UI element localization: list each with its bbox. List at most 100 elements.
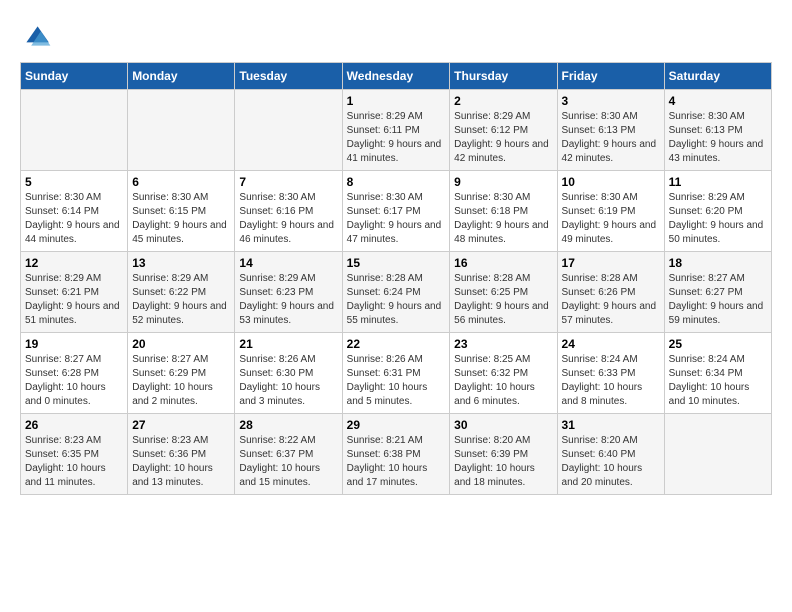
calendar-cell: 7 Sunrise: 8:30 AM Sunset: 6:16 PM Daylig… xyxy=(235,171,342,252)
calendar-cell: 26Sunrise: 8:23 AM Sunset: 6:35 PM Dayli… xyxy=(21,414,128,495)
day-number: 14 xyxy=(239,256,337,270)
header-monday: Monday xyxy=(128,63,235,90)
calendar-body: 1 Sunrise: 8:29 AM Sunset: 6:11 PM Daylig… xyxy=(21,90,772,495)
calendar-cell: 28 Sunrise: 8:22 AM Sunset: 6:37 PM Dayli… xyxy=(235,414,342,495)
day-number: 30 xyxy=(454,418,552,432)
calendar-cell: 27 Sunrise: 8:23 AM Sunset: 6:36 PM Dayli… xyxy=(128,414,235,495)
day-number: 24 xyxy=(562,337,660,351)
day-number: 31 xyxy=(562,418,660,432)
day-info: Sunrise: 8:29 AM Sunset: 6:11 PM Dayligh… xyxy=(347,110,446,166)
day-number: 8 xyxy=(347,175,446,189)
calendar-cell: 17Sunrise: 8:28 AM Sunset: 6:26 PM Dayli… xyxy=(557,252,664,333)
day-info: Sunrise: 8:30 AM Sunset: 6:18 PM Dayligh… xyxy=(454,191,552,247)
day-info: Sunrise: 8:24 AM Sunset: 6:34 PM Dayligh… xyxy=(669,353,767,409)
calendar-week-1: 1 Sunrise: 8:29 AM Sunset: 6:11 PM Daylig… xyxy=(21,90,772,171)
calendar-week-4: 19 Sunrise: 8:27 AM Sunset: 6:28 PM Dayli… xyxy=(21,333,772,414)
logo-icon xyxy=(20,20,52,52)
calendar-cell: 19 Sunrise: 8:27 AM Sunset: 6:28 PM Dayli… xyxy=(21,333,128,414)
day-info: Sunrise: 8:20 AM Sunset: 6:39 PM Dayligh… xyxy=(454,434,552,490)
day-info: Sunrise: 8:30 AM Sunset: 6:15 PM Dayligh… xyxy=(132,191,230,247)
day-info: Sunrise: 8:27 AM Sunset: 6:29 PM Dayligh… xyxy=(132,353,230,409)
day-number: 1 xyxy=(347,94,446,108)
day-info: Sunrise: 8:30 AM Sunset: 6:19 PM Dayligh… xyxy=(562,191,660,247)
header-wednesday: Wednesday xyxy=(342,63,450,90)
header-friday: Friday xyxy=(557,63,664,90)
header-thursday: Thursday xyxy=(450,63,557,90)
day-info: Sunrise: 8:30 AM Sunset: 6:14 PM Dayligh… xyxy=(25,191,123,247)
calendar-week-3: 12 Sunrise: 8:29 AM Sunset: 6:21 PM Dayli… xyxy=(21,252,772,333)
day-info: Sunrise: 8:23 AM Sunset: 6:36 PM Dayligh… xyxy=(132,434,230,490)
day-number: 17 xyxy=(562,256,660,270)
calendar-cell: 14 Sunrise: 8:29 AM Sunset: 6:23 PM Dayli… xyxy=(235,252,342,333)
day-number: 19 xyxy=(25,337,123,351)
calendar-cell: 29Sunrise: 8:21 AM Sunset: 6:38 PM Dayli… xyxy=(342,414,450,495)
day-number: 3 xyxy=(562,94,660,108)
header-tuesday: Tuesday xyxy=(235,63,342,90)
day-info: Sunrise: 8:29 AM Sunset: 6:23 PM Dayligh… xyxy=(239,272,337,328)
calendar-cell: 31Sunrise: 8:20 AM Sunset: 6:40 PM Dayli… xyxy=(557,414,664,495)
calendar-cell: 12 Sunrise: 8:29 AM Sunset: 6:21 PM Dayli… xyxy=(21,252,128,333)
day-number: 6 xyxy=(132,175,230,189)
calendar-cell: 21 Sunrise: 8:26 AM Sunset: 6:30 PM Dayli… xyxy=(235,333,342,414)
calendar-cell: 30 Sunrise: 8:20 AM Sunset: 6:39 PM Dayli… xyxy=(450,414,557,495)
calendar-cell: 3 Sunrise: 8:30 AM Sunset: 6:13 PM Daylig… xyxy=(557,90,664,171)
day-info: Sunrise: 8:29 AM Sunset: 6:22 PM Dayligh… xyxy=(132,272,230,328)
calendar-cell: 16 Sunrise: 8:28 AM Sunset: 6:25 PM Dayli… xyxy=(450,252,557,333)
day-info: Sunrise: 8:30 AM Sunset: 6:16 PM Dayligh… xyxy=(239,191,337,247)
day-number: 11 xyxy=(669,175,767,189)
calendar-cell: 6 Sunrise: 8:30 AM Sunset: 6:15 PM Daylig… xyxy=(128,171,235,252)
day-number: 27 xyxy=(132,418,230,432)
day-number: 26 xyxy=(25,418,123,432)
day-info: Sunrise: 8:27 AM Sunset: 6:28 PM Dayligh… xyxy=(25,353,123,409)
header-row: SundayMondayTuesdayWednesdayThursdayFrid… xyxy=(21,63,772,90)
day-info: Sunrise: 8:29 AM Sunset: 6:21 PM Dayligh… xyxy=(25,272,123,328)
day-number: 4 xyxy=(669,94,767,108)
day-number: 13 xyxy=(132,256,230,270)
day-info: Sunrise: 8:27 AM Sunset: 6:27 PM Dayligh… xyxy=(669,272,767,328)
day-info: Sunrise: 8:26 AM Sunset: 6:31 PM Dayligh… xyxy=(347,353,446,409)
day-info: Sunrise: 8:30 AM Sunset: 6:13 PM Dayligh… xyxy=(669,110,767,166)
day-number: 18 xyxy=(669,256,767,270)
day-info: Sunrise: 8:30 AM Sunset: 6:17 PM Dayligh… xyxy=(347,191,446,247)
day-number: 5 xyxy=(25,175,123,189)
calendar-header: SundayMondayTuesdayWednesdayThursdayFrid… xyxy=(21,63,772,90)
day-number: 12 xyxy=(25,256,123,270)
calendar-cell xyxy=(235,90,342,171)
calendar-cell: 11 Sunrise: 8:29 AM Sunset: 6:20 PM Dayli… xyxy=(664,171,771,252)
day-number: 25 xyxy=(669,337,767,351)
day-info: Sunrise: 8:26 AM Sunset: 6:30 PM Dayligh… xyxy=(239,353,337,409)
day-number: 20 xyxy=(132,337,230,351)
day-info: Sunrise: 8:22 AM Sunset: 6:37 PM Dayligh… xyxy=(239,434,337,490)
day-number: 15 xyxy=(347,256,446,270)
calendar-cell: 1 Sunrise: 8:29 AM Sunset: 6:11 PM Daylig… xyxy=(342,90,450,171)
calendar-cell: 2 Sunrise: 8:29 AM Sunset: 6:12 PM Daylig… xyxy=(450,90,557,171)
calendar-cell: 5 Sunrise: 8:30 AM Sunset: 6:14 PM Daylig… xyxy=(21,171,128,252)
calendar-cell xyxy=(664,414,771,495)
day-info: Sunrise: 8:28 AM Sunset: 6:25 PM Dayligh… xyxy=(454,272,552,328)
day-info: Sunrise: 8:21 AM Sunset: 6:38 PM Dayligh… xyxy=(347,434,446,490)
calendar-cell xyxy=(128,90,235,171)
header-saturday: Saturday xyxy=(664,63,771,90)
day-number: 2 xyxy=(454,94,552,108)
logo xyxy=(20,20,56,52)
page-header xyxy=(20,20,772,52)
calendar-cell xyxy=(21,90,128,171)
day-number: 28 xyxy=(239,418,337,432)
calendar-cell: 23Sunrise: 8:25 AM Sunset: 6:32 PM Dayli… xyxy=(450,333,557,414)
calendar-cell: 15 Sunrise: 8:28 AM Sunset: 6:24 PM Dayli… xyxy=(342,252,450,333)
day-number: 7 xyxy=(239,175,337,189)
calendar-week-5: 26Sunrise: 8:23 AM Sunset: 6:35 PM Dayli… xyxy=(21,414,772,495)
calendar-cell: 13 Sunrise: 8:29 AM Sunset: 6:22 PM Dayli… xyxy=(128,252,235,333)
day-number: 21 xyxy=(239,337,337,351)
day-info: Sunrise: 8:29 AM Sunset: 6:12 PM Dayligh… xyxy=(454,110,552,166)
day-info: Sunrise: 8:30 AM Sunset: 6:13 PM Dayligh… xyxy=(562,110,660,166)
day-number: 10 xyxy=(562,175,660,189)
day-info: Sunrise: 8:28 AM Sunset: 6:24 PM Dayligh… xyxy=(347,272,446,328)
calendar-cell: 20 Sunrise: 8:27 AM Sunset: 6:29 PM Dayli… xyxy=(128,333,235,414)
day-number: 16 xyxy=(454,256,552,270)
calendar-cell: 9Sunrise: 8:30 AM Sunset: 6:18 PM Daylig… xyxy=(450,171,557,252)
day-info: Sunrise: 8:29 AM Sunset: 6:20 PM Dayligh… xyxy=(669,191,767,247)
day-info: Sunrise: 8:24 AM Sunset: 6:33 PM Dayligh… xyxy=(562,353,660,409)
calendar-table: SundayMondayTuesdayWednesdayThursdayFrid… xyxy=(20,62,772,495)
calendar-week-2: 5 Sunrise: 8:30 AM Sunset: 6:14 PM Daylig… xyxy=(21,171,772,252)
